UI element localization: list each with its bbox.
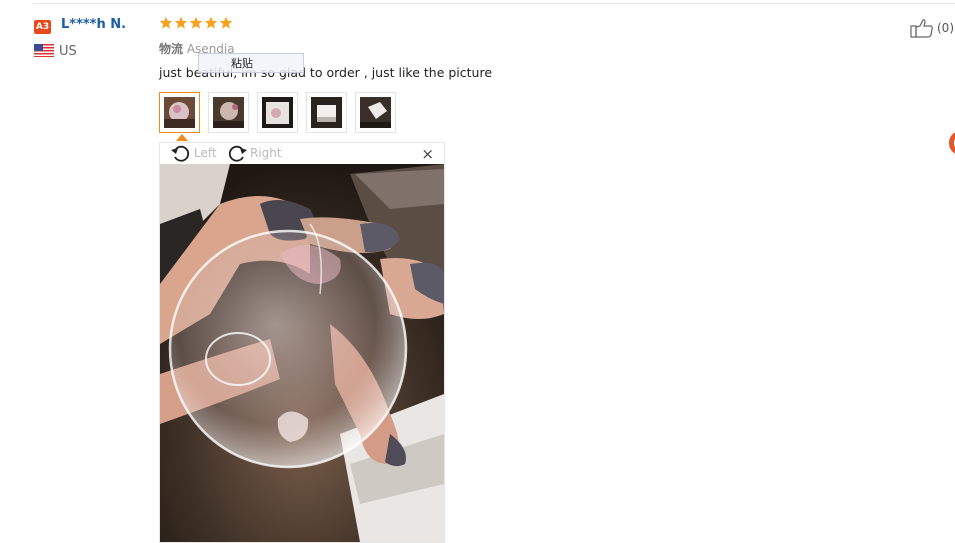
buyer-level-badge: A3 [34,20,51,34]
thumbnail-image [311,97,342,128]
star-icon [189,16,203,29]
rotate-right-button[interactable]: Right [226,143,282,163]
thumbnail-image [164,97,195,128]
like-count: (0) [937,21,954,35]
star-icon [219,16,233,29]
review-photo-thumbnails [159,92,396,133]
thumbnail-image [213,97,244,128]
thumbnail-photo-5[interactable] [355,92,396,133]
thumbnail-photo-2[interactable] [208,92,249,133]
rotate-right-label: Right [250,146,282,160]
star-icon [204,16,218,29]
photo-viewer: Left Right × [159,142,445,543]
logistics-label: 物流 [159,42,184,56]
thumbnail-image [360,97,391,128]
active-thumbnail-pointer [176,134,188,141]
paste-tooltip[interactable]: 粘贴 [198,53,304,73]
divider [33,3,955,4]
thumbs-up-icon [910,19,933,38]
rotate-left-label: Left [194,146,217,160]
thumbnail-image [262,97,293,128]
reviewer-name[interactable]: L****h N. [61,17,126,32]
thumbnail-photo-1[interactable] [159,92,200,133]
rotate-left-button[interactable]: Left [170,143,217,163]
star-rating [159,16,233,30]
star-icon [159,16,173,29]
reviewer-country: US [59,44,77,59]
star-icon [174,16,188,29]
like-button[interactable]: (0) [910,18,954,38]
floating-side-widget[interactable] [949,130,955,156]
close-icon[interactable]: × [421,146,434,162]
us-flag-icon [34,44,54,57]
rotate-left-icon [171,145,190,162]
thumbnail-photo-4[interactable] [306,92,347,133]
review-photo [160,164,444,542]
rotate-right-icon [228,145,247,162]
thumbnail-photo-3[interactable] [257,92,298,133]
